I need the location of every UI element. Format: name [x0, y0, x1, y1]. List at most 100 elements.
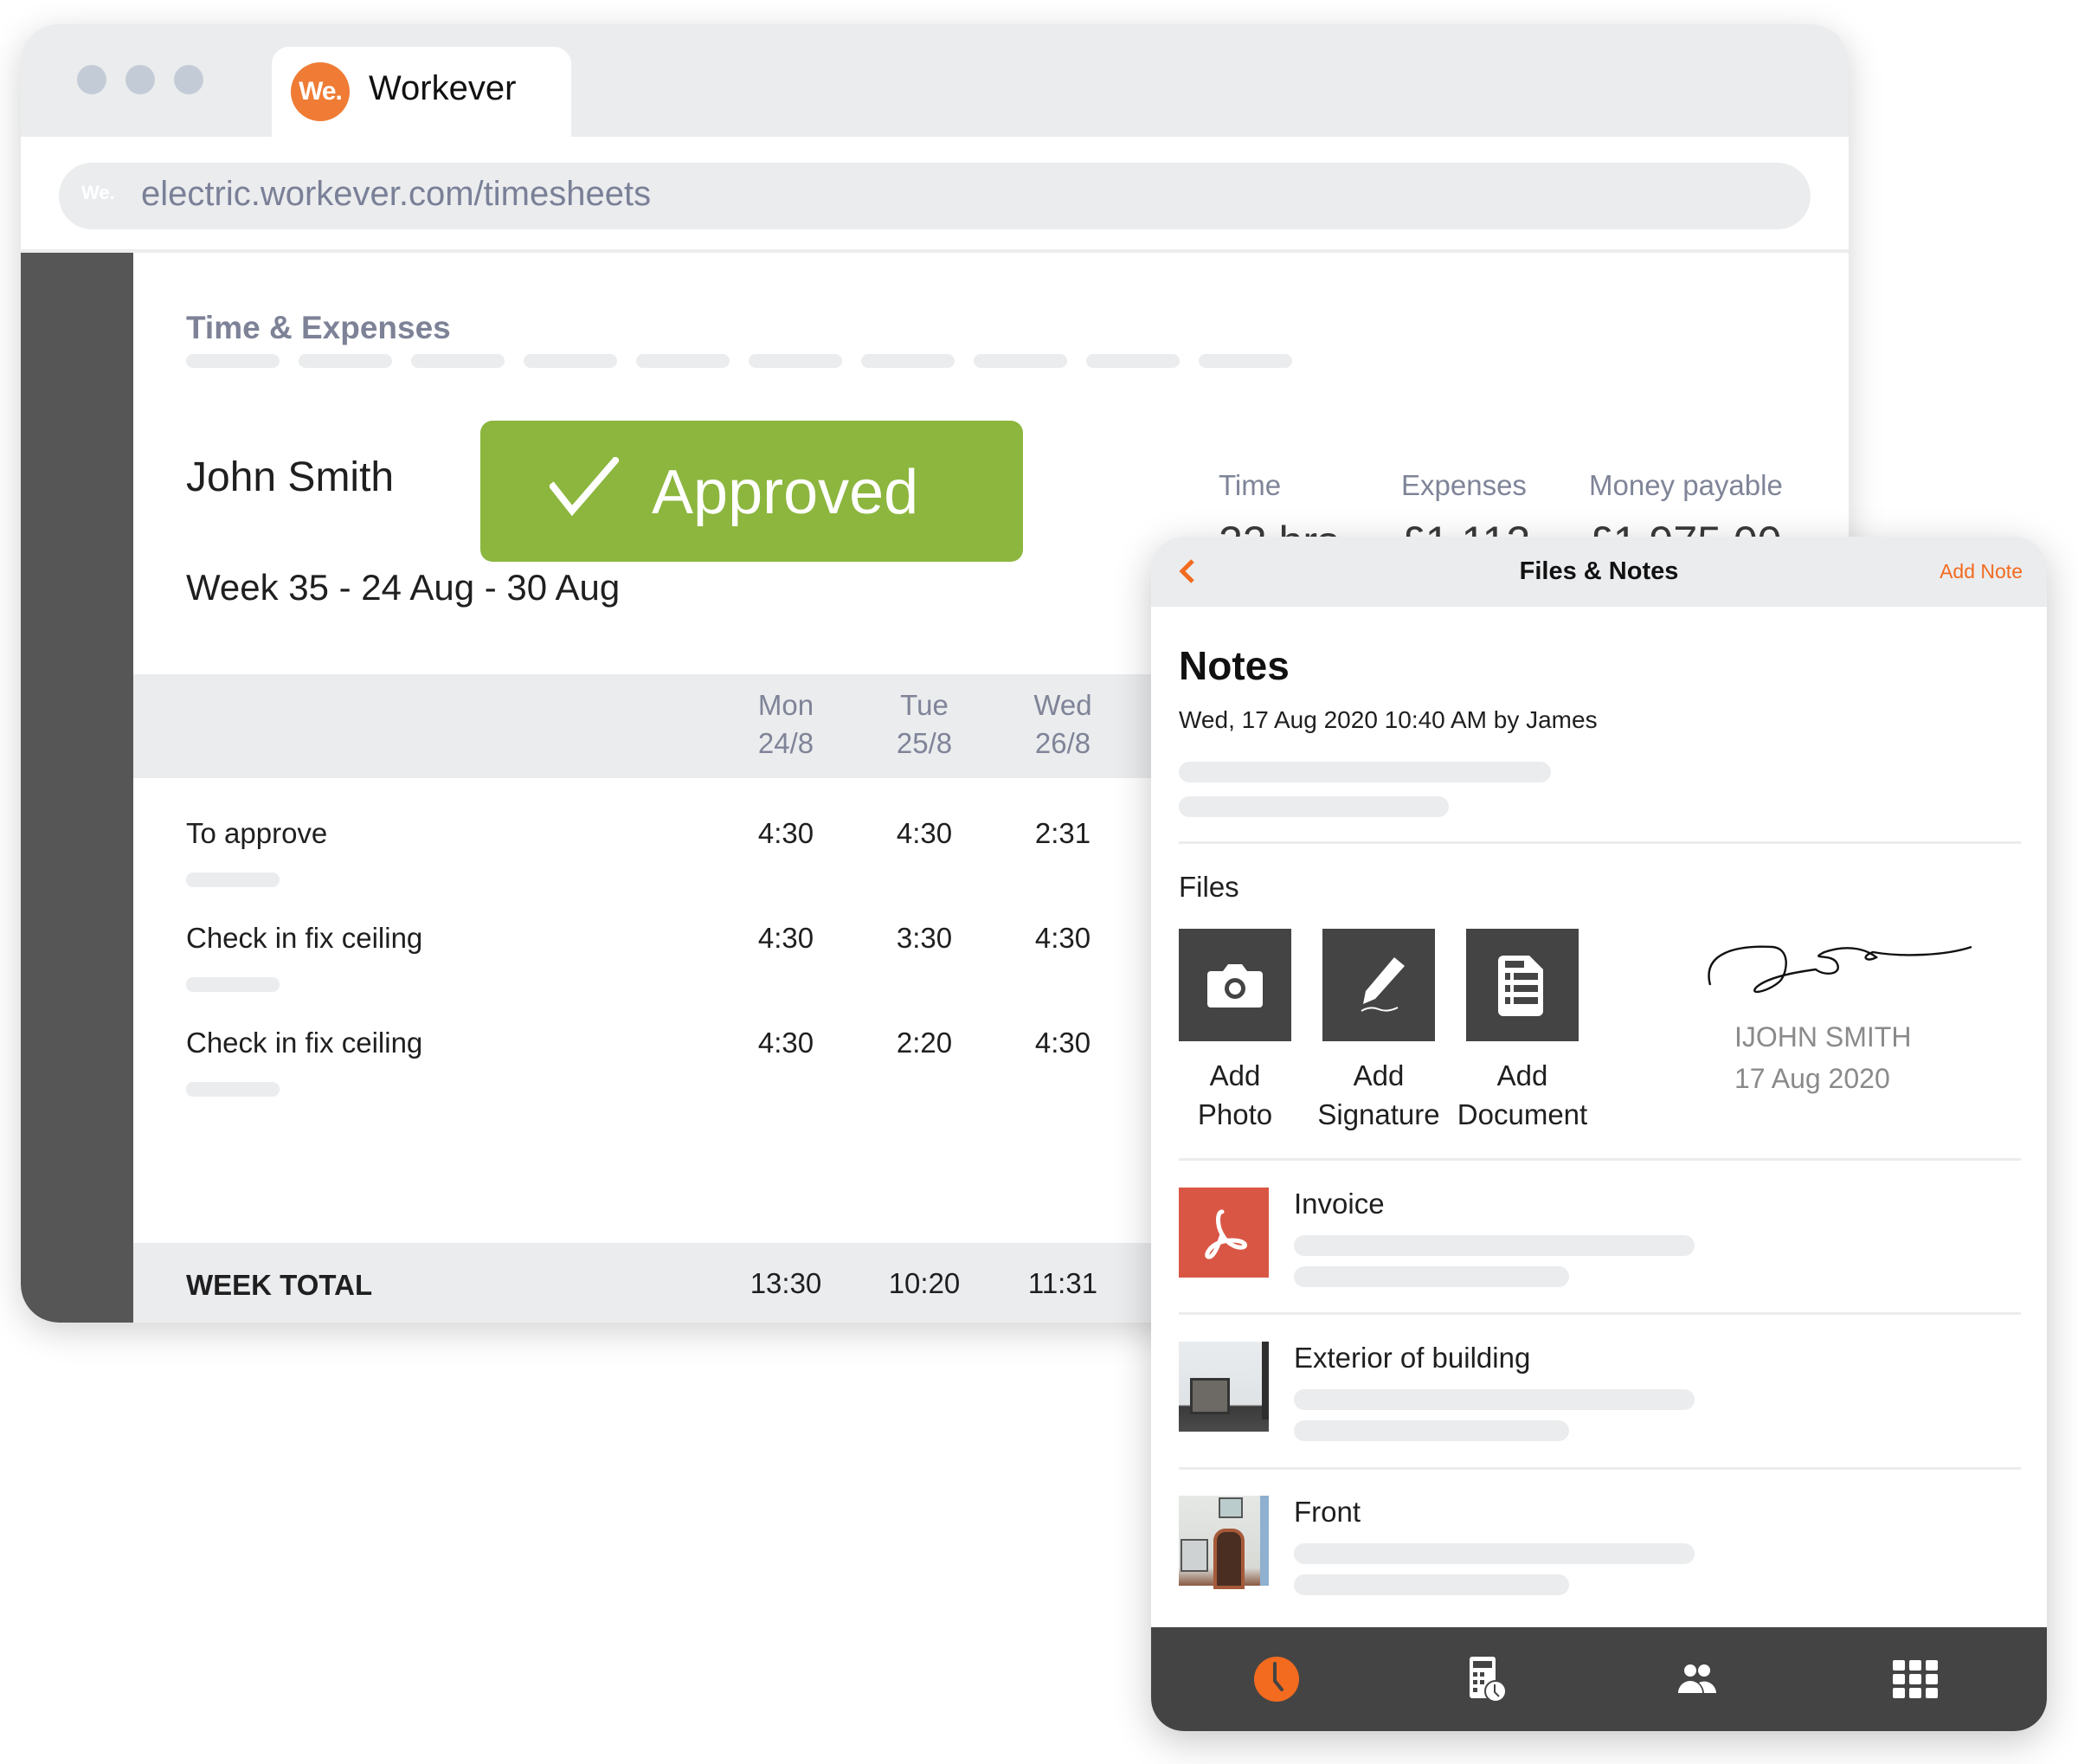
window-shape [1181, 1539, 1208, 1572]
total-cell: 13:30 [749, 1267, 822, 1299]
calculator-clock-icon[interactable] [1459, 1653, 1511, 1705]
column-date: 24/8 [757, 727, 814, 759]
row-placeholder [186, 977, 280, 992]
column-day: Mon [757, 689, 814, 721]
column-header-mon: Mon 24/8 [738, 686, 833, 763]
file-name[interactable]: Invoice [1294, 1188, 1385, 1220]
column-header-tue: Tue 25/8 [877, 686, 972, 763]
signature-name: IJOHN SMITH [1734, 1021, 1912, 1053]
notes-heading: Notes [1179, 643, 1290, 688]
window-minimize-dot[interactable] [125, 65, 155, 94]
window-maximize-dot[interactable] [174, 65, 203, 94]
site-logo-icon: We. [81, 182, 115, 203]
stat-money-label: Money payable [1589, 469, 1783, 501]
time-cell[interactable]: 2:20 [877, 1027, 972, 1059]
list-divider [1179, 1467, 2021, 1470]
column-day: Wed [1033, 689, 1092, 721]
column-date: 26/8 [1034, 727, 1091, 759]
nav-placeholder[interactable] [299, 354, 392, 368]
row-label[interactable]: Check in fix ceiling [186, 1027, 422, 1059]
time-cell[interactable]: 4:30 [738, 922, 833, 955]
door-shape [1213, 1529, 1245, 1589]
time-cell[interactable]: 3:30 [877, 922, 972, 955]
tab-bar: We. Workever [21, 24, 1849, 137]
total-cell: 10:20 [888, 1267, 961, 1299]
add-document-label: Add Document [1436, 1056, 1609, 1134]
people-icon[interactable] [1671, 1653, 1723, 1705]
file-meta-placeholder [1294, 1420, 1569, 1441]
column-date: 25/8 [896, 727, 953, 759]
sidebar [21, 253, 133, 1323]
pencil-signature-icon [1361, 957, 1405, 1012]
document-icon [1498, 956, 1543, 1016]
file-meta-placeholder [1294, 1543, 1695, 1564]
list-divider [1179, 1312, 2021, 1315]
action-line: Add [1496, 1059, 1548, 1091]
add-note-button[interactable]: Add Note [1940, 560, 2023, 583]
nav-placeholder[interactable] [749, 354, 842, 368]
row-label[interactable]: Check in fix ceiling [186, 922, 422, 955]
window-shape [1190, 1378, 1230, 1414]
url-text[interactable]: electric.workever.com/timesheets [141, 175, 651, 214]
approved-status-badge: Approved [480, 421, 1023, 562]
window-close-dot[interactable] [77, 65, 106, 94]
add-document-button[interactable] [1466, 929, 1579, 1041]
pdf-thumbnail[interactable] [1179, 1188, 1269, 1278]
add-signature-button[interactable] [1322, 929, 1435, 1041]
nav-placeholder[interactable] [1086, 354, 1180, 368]
note-text-placeholder [1179, 762, 1551, 782]
checkmark-icon [550, 457, 619, 517]
page-title: Time & Expenses [186, 310, 451, 345]
section-divider [1179, 1158, 2021, 1161]
stat-time-label: Time [1219, 469, 1282, 501]
address-bar[interactable]: We. electric.workever.com/timesheets [59, 163, 1811, 229]
file-name[interactable]: Exterior of building [1294, 1342, 1530, 1375]
nav-placeholder[interactable] [411, 354, 505, 368]
add-photo-button[interactable] [1179, 929, 1291, 1041]
panel-title: Files & Notes [1519, 557, 1679, 585]
browser-tab[interactable]: We. Workever [272, 47, 571, 137]
nav-placeholder[interactable] [1199, 354, 1292, 368]
total-cell: 11:31 [1027, 1267, 1098, 1299]
section-divider [1179, 841, 2021, 844]
files-heading: Files [1179, 871, 1239, 903]
nav-placeholder[interactable] [186, 354, 280, 368]
time-cell[interactable]: 4:30 [877, 817, 972, 850]
files-notes-panel: Files & Notes Add Note Notes Wed, 17 Aug… [1151, 537, 2047, 1731]
file-meta-placeholder [1294, 1266, 1569, 1287]
stat-expenses-label: Expenses [1401, 469, 1527, 501]
nav-placeholder[interactable] [636, 354, 730, 368]
sky-shape [1260, 1496, 1269, 1586]
file-meta-placeholder [1294, 1235, 1695, 1256]
time-cell[interactable]: 4:30 [1015, 1027, 1110, 1059]
nav-placeholder[interactable] [861, 354, 955, 368]
row-label[interactable]: To approve [186, 817, 327, 850]
time-cell[interactable]: 4:30 [738, 1027, 833, 1059]
column-day: Tue [900, 689, 949, 721]
column-header-wed: Wed 26/8 [1015, 686, 1110, 763]
nav-placeholder[interactable] [524, 354, 617, 368]
signature-image [1708, 945, 1972, 994]
workever-logo-icon: We. [291, 62, 350, 121]
camera-icon [1207, 964, 1263, 1008]
bottom-nav-bar [1151, 1627, 2047, 1731]
apps-grid-icon[interactable] [1889, 1653, 1941, 1705]
file-name[interactable]: Front [1294, 1496, 1361, 1529]
week-range: Week 35 - 24 Aug - 30 Aug [186, 567, 621, 608]
row-placeholder [186, 872, 280, 887]
week-total-label: WEEK TOTAL [186, 1269, 373, 1301]
row-placeholder [186, 1082, 280, 1097]
downpipe-shape [1262, 1342, 1269, 1420]
time-cell[interactable]: 4:30 [1015, 922, 1110, 955]
time-cell[interactable]: 2:31 [1015, 817, 1110, 850]
signature-date: 17 Aug 2020 [1734, 1063, 1890, 1094]
time-cell[interactable]: 4:30 [738, 817, 833, 850]
exterior-photo-thumbnail[interactable] [1179, 1342, 1269, 1432]
action-line: Document [1457, 1098, 1588, 1130]
file-meta-placeholder [1294, 1389, 1695, 1410]
nav-placeholder[interactable] [974, 354, 1067, 368]
tab-title: Workever [369, 69, 517, 107]
clock-icon[interactable] [1251, 1653, 1303, 1705]
status-label: Approved [652, 458, 919, 527]
front-photo-thumbnail[interactable] [1179, 1496, 1269, 1589]
